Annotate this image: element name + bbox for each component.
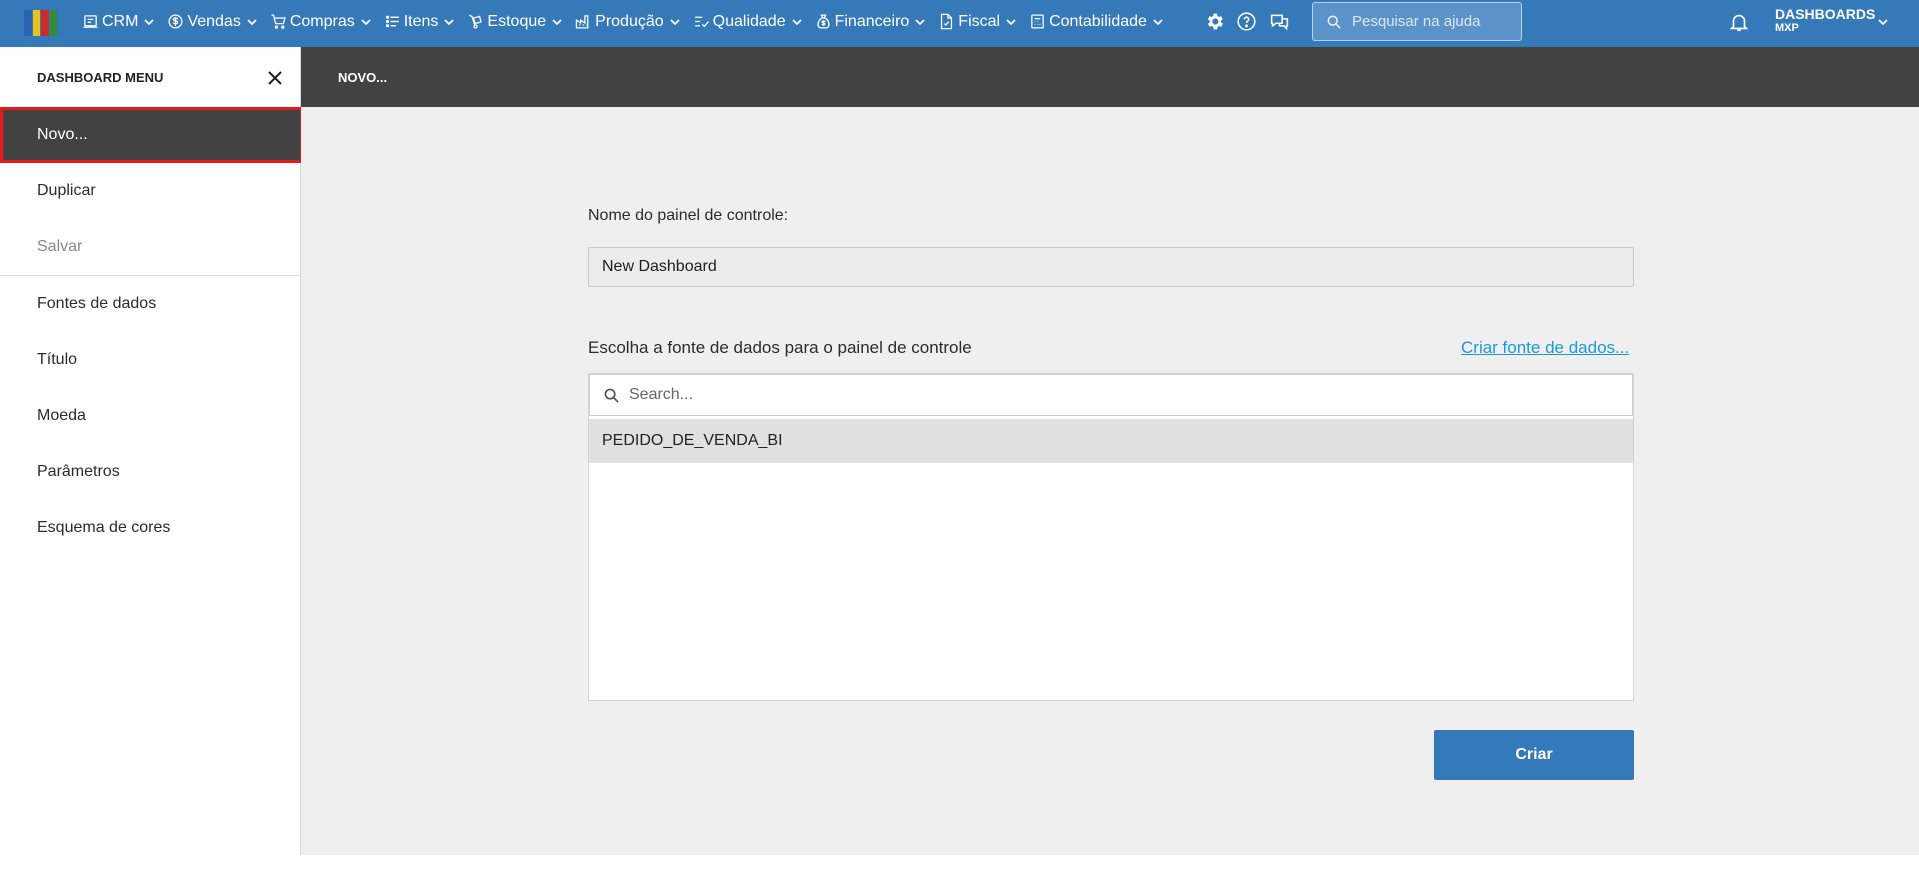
nav-vendas-label: Vendas (187, 12, 241, 30)
chevron-down-icon (670, 18, 680, 25)
sidebar-item-salvar: Salvar (37, 238, 83, 255)
user-menu[interactable]: DASHBOARDS MXP (1775, 6, 1888, 35)
nav-contabilidade[interactable]: Contabilidade (1029, 0, 1164, 43)
nav-financeiro-label: Financeiro (834, 12, 910, 30)
datasource-search[interactable] (589, 374, 1633, 416)
datasource-search-input[interactable] (629, 386, 1529, 404)
search-icon (1327, 15, 1341, 29)
chevron-down-icon (444, 18, 455, 25)
close-icon[interactable] (266, 69, 284, 87)
logo-bar-red (41, 10, 49, 36)
dolly-icon (469, 14, 483, 29)
sidebar-item-moeda[interactable]: Moeda (0, 388, 300, 444)
sidebar-item-esquema-de-cores[interactable]: Esquema de cores (0, 500, 300, 556)
fiscal-doc-icon (941, 13, 953, 30)
factory-icon (575, 15, 589, 29)
nav-crm-label: CRM (102, 12, 139, 30)
nav-fiscal-label: Fiscal (958, 12, 1001, 30)
cart-icon (271, 14, 286, 29)
logo-bar-yellow (32, 10, 40, 36)
chevron-down-icon (247, 18, 257, 25)
create-button[interactable]: Criar (1434, 730, 1634, 780)
nav-vendas[interactable]: Vendas (167, 0, 257, 43)
datasource-list: PEDIDO_DE_VENDA_BI (588, 373, 1634, 701)
nav-estoque-label: Estoque (487, 12, 547, 30)
logo-bar-green (49, 10, 57, 36)
dashboard-menu-sidebar: DASHBOARD MENU Novo... Duplicar Salvar F… (0, 47, 303, 855)
sidebar-item-novo[interactable]: Novo... (0, 107, 303, 163)
help-search-input[interactable] (1352, 13, 1512, 30)
sidebar-item-fontes-de-dados[interactable]: Fontes de dados (0, 276, 300, 332)
app-name: DASHBOARDS (1775, 6, 1876, 22)
list-item[interactable]: PEDIDO_DE_VENDA_BI (589, 419, 1633, 463)
gear-icon[interactable] (1204, 11, 1225, 32)
nav-itens[interactable]: Itens (384, 0, 456, 43)
main-header: NOVO... (301, 47, 1919, 107)
nav-fiscal[interactable]: Fiscal (938, 0, 1017, 43)
search-icon (604, 388, 619, 403)
sidebar-item-duplicar[interactable]: Duplicar (0, 163, 300, 219)
chevron-down-icon (915, 18, 925, 25)
help-search-box[interactable] (1312, 2, 1522, 41)
nav-producao[interactable]: Produção (575, 0, 681, 43)
company-name: MXP (1775, 22, 1799, 34)
bell-icon[interactable] (1728, 11, 1750, 33)
app-logo[interactable] (24, 10, 57, 36)
crm-icon (83, 15, 98, 28)
sidebar-item-parametros[interactable]: Parâmetros (0, 444, 300, 500)
nav-producao-label: Produção (595, 12, 664, 30)
nav-qualidade[interactable]: Qualidade (693, 0, 803, 43)
page-title: NOVO... (338, 70, 388, 85)
chevron-down-icon (1006, 18, 1016, 25)
nav-contabilidade-label: Contabilidade (1049, 12, 1147, 30)
sidebar-item-titulo[interactable]: Título (0, 332, 300, 388)
dashboard-name-label: Nome do painel de controle: (588, 207, 789, 224)
items-icon (385, 15, 399, 28)
nav-itens-label: Itens (403, 12, 439, 30)
chevron-down-icon (361, 18, 371, 25)
main-panel: NOVO... Nome do painel de controle: Esco… (301, 47, 1919, 855)
checklist-icon (694, 16, 709, 28)
nav-financeiro[interactable]: Financeiro (815, 0, 927, 43)
nav-crm[interactable]: CRM (82, 0, 155, 43)
datasource-label: Escolha a fonte de dados para o painel d… (588, 338, 972, 357)
chat-icon[interactable] (1269, 11, 1290, 32)
nav-compras[interactable]: Compras (270, 0, 372, 43)
chevron-down-icon (552, 18, 562, 25)
create-datasource-link[interactable]: Criar fonte de dados... (1461, 338, 1629, 358)
chevron-down-icon (1153, 18, 1163, 25)
dollar-icon (168, 14, 183, 29)
sidebar-title: DASHBOARD MENU (37, 70, 164, 85)
chevron-down-icon (1878, 19, 1888, 26)
nav-compras-label: Compras (289, 12, 355, 30)
money-bag-icon (816, 14, 830, 29)
calculator-icon (1031, 14, 1044, 29)
nav-qualidade-label: Qualidade (712, 12, 786, 30)
nav-estoque[interactable]: Estoque (467, 0, 563, 43)
help-circle-icon[interactable] (1236, 11, 1257, 32)
chevron-down-icon (144, 18, 155, 25)
main-menu: CRM Vendas Compras Itens Estoque Produçã… (82, 0, 1176, 43)
logo-bar-blue (24, 10, 32, 36)
sidebar-header: DASHBOARD MENU (0, 47, 300, 107)
chevron-down-icon (791, 18, 802, 25)
dashboard-name-input[interactable] (588, 247, 1634, 287)
top-navigation-bar: CRM Vendas Compras Itens Estoque Produçã… (0, 0, 1919, 47)
